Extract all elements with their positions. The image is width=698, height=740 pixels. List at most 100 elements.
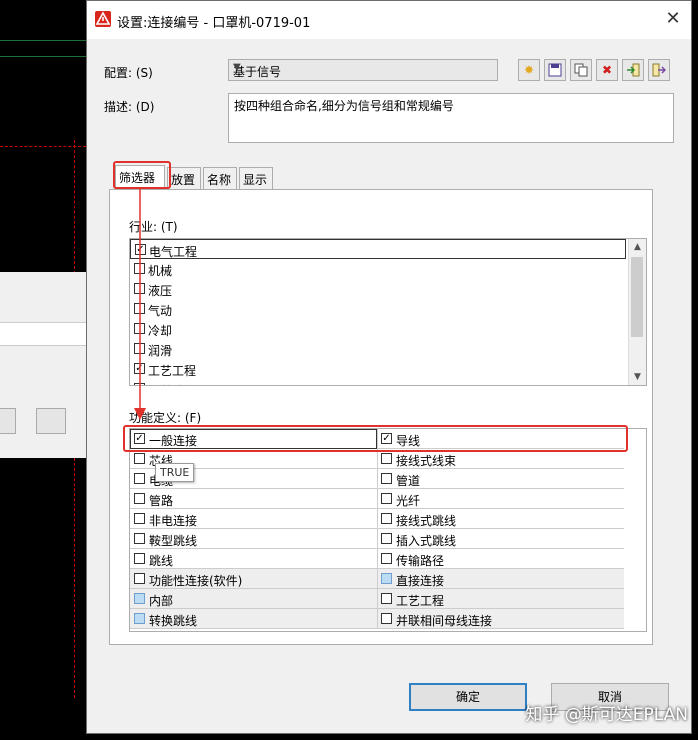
function-def-row: 功能性连接(软件) 直接连接 [130,569,624,589]
function-def-grid[interactable]: ✓一般连接✓导线芯线接线式线束电缆管道管路光纤非电连接接线式跳线鞍型跳线插入式跳… [129,428,647,632]
checkbox[interactable] [134,533,145,544]
checkbox[interactable] [381,493,392,504]
checkbox[interactable] [134,343,145,354]
function-def-cell[interactable]: 传输路径 [381,549,621,568]
delete-icon[interactable]: ✖ [596,59,618,81]
function-def-label: 跳线 [149,554,174,568]
industry-item[interactable]: 气动 [130,299,630,319]
function-def-row: 非电连接 接线式跳线 [130,509,624,529]
scroll-up-icon[interactable]: ▲ [629,239,646,255]
copy-icon[interactable] [570,59,592,81]
config-select[interactable]: 基于信号 ▼ [228,59,498,81]
function-def-label: 接线式跳线 [396,514,457,528]
function-def-label: 转换跳线 [149,614,198,628]
checkbox[interactable]: ✓ [134,363,145,374]
settings-dialog: 设置:连接编号 - 口罩机-0719-01 ✕ 配置: (S) 基于信号 ▼ ✸… [86,0,692,734]
ok-button[interactable]: 确定 [409,683,527,711]
checkbox[interactable] [381,533,392,544]
industry-item[interactable]: ✓ 工艺工程 [130,359,630,379]
function-def-cell[interactable]: 跳线 [134,549,374,568]
function-def-label: 内部 [149,594,174,608]
function-def-cell[interactable]: 并联相间母线连接 [381,609,621,628]
checkbox[interactable] [134,553,145,564]
function-def-row: 管路 光纤 [130,489,624,509]
industry-item[interactable]: ✓ 电气工程 [130,239,626,259]
industry-item[interactable]: 润滑 [130,339,630,359]
function-def-cell[interactable]: 内部 [134,589,374,608]
column-divider [377,469,378,488]
function-def-label: 接线式线束 [396,454,457,468]
column-divider [377,529,378,548]
scroll-thumb[interactable] [631,257,643,337]
window-title: 设置:连接编号 - 口罩机-0719-01 [117,16,311,31]
function-def-label: 管路 [149,494,174,508]
function-def-row: 鞍型跳线 插入式跳线 [130,529,624,549]
function-def-cell[interactable]: 管路 [134,489,374,508]
checkbox[interactable] [134,573,145,584]
title-bar[interactable]: 设置:连接编号 - 口罩机-0719-01 ✕ [87,1,691,39]
tab-name[interactable]: 名称 [203,167,237,189]
function-def-label: 光纤 [396,494,421,508]
industry-item[interactable]: 机械 [130,259,630,279]
function-def-cell[interactable]: 鞍型跳线 [134,529,374,548]
checkbox[interactable] [134,473,145,484]
scroll-down-icon[interactable]: ▼ [629,369,646,385]
function-def-cell[interactable]: 接线式跳线 [381,509,621,528]
tab-display[interactable]: 显示 [239,167,273,189]
new-icon[interactable]: ✸ [518,59,540,81]
function-def-row: 跳线 传输路径 [130,549,624,569]
checkbox[interactable] [134,283,145,294]
column-divider [377,609,378,628]
function-def-cell[interactable]: 直接连接 [381,569,621,588]
close-icon[interactable]: ✕ [663,9,683,29]
checkbox[interactable] [381,473,392,484]
function-def-label: 工艺工程 [396,594,445,608]
industry-item-label: 工艺工程 [148,364,197,378]
checkbox[interactable] [381,553,392,564]
function-def-cell[interactable]: 转换跳线 [134,609,374,628]
function-def-cell[interactable]: 工艺工程 [381,589,621,608]
industry-item[interactable]: 液压 [130,279,630,299]
checkbox[interactable] [381,593,392,604]
tooltip: TRUE [155,463,195,482]
description-field[interactable]: 按四种组合命名,细分为信号组和常规编号 [228,93,674,143]
checkbox[interactable] [381,613,392,624]
import-icon[interactable] [622,59,644,81]
industry-scrollbar[interactable]: ▲ ▼ [628,239,646,385]
checkbox[interactable] [134,513,145,524]
export-icon[interactable] [648,59,670,81]
function-def-cell[interactable]: 光纤 [381,489,621,508]
function-def-label: 传输路径 [396,554,445,568]
industry-item-label: 气动 [148,304,173,318]
tab-label: 名称 [207,173,232,187]
checkbox[interactable] [134,303,145,314]
checkbox[interactable]: ✓ [135,244,146,255]
checkbox[interactable] [381,453,392,464]
function-def-cell[interactable]: 管道 [381,469,621,488]
save-icon[interactable] [544,59,566,81]
function-def-cell[interactable]: 插入式跳线 [381,529,621,548]
checkbox[interactable] [134,593,145,604]
column-divider [377,489,378,508]
checkbox[interactable] [381,513,392,524]
checkbox[interactable] [134,323,145,334]
industry-list[interactable]: ✓电气工程机械液压气动冷却润滑✓工艺工程工艺流程图 ▲ ▼ [129,238,647,386]
checkbox[interactable] [134,453,145,464]
tab-label: 放置 [171,173,196,187]
checkbox[interactable] [134,263,145,274]
industry-item[interactable]: 工艺流程图 [130,379,630,385]
industry-item-label: 电气工程 [149,245,198,259]
checkbox[interactable] [134,493,145,504]
function-def-label: 非电连接 [149,514,198,528]
config-label: 配置: (S) [104,66,153,80]
checkbox[interactable] [381,573,392,584]
function-def-label: 管道 [396,474,421,488]
function-def-cell[interactable]: 非电连接 [134,509,374,528]
industry-item[interactable]: 冷却 [130,319,630,339]
tab-placement[interactable]: 放置 [167,167,201,189]
function-def-cell[interactable]: 功能性连接(软件) [134,569,374,588]
checkbox[interactable] [134,613,145,624]
checkbox[interactable] [134,383,145,385]
function-def-row: 内部 工艺工程 [130,589,624,609]
function-def-label: 插入式跳线 [396,534,457,548]
